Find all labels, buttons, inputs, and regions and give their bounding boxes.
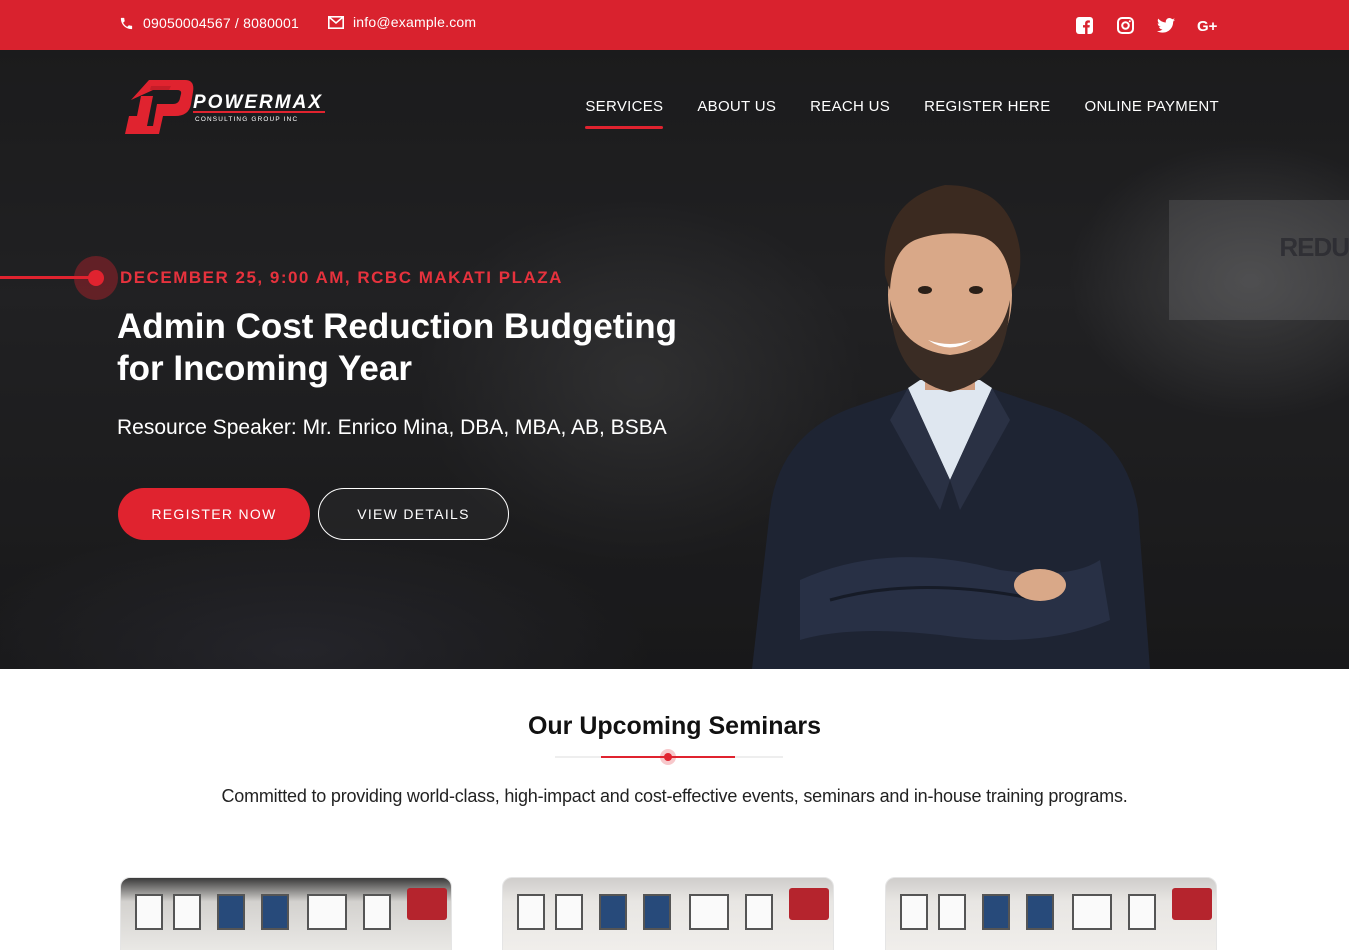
brand-tagline: CONSULTING GROUP INC	[195, 116, 298, 123]
card-emblem	[407, 888, 447, 920]
seminar-card[interactable]	[502, 877, 834, 950]
card-emblem	[789, 888, 829, 920]
section-subtitle: Committed to providing world-class, high…	[221, 786, 1128, 806]
section-title: Our Upcoming Seminars	[527, 712, 822, 740]
facebook-icon[interactable]	[1074, 15, 1094, 35]
powermax-logo[interactable]: POWERMAX CONSULTING GROUP INC	[123, 78, 328, 138]
seminar-card[interactable]	[120, 877, 452, 950]
nav-item-register-here[interactable]: REGISTER HERE	[924, 98, 1050, 129]
phone-number: 09050004567 / 8080001	[143, 15, 300, 31]
main-nav: SERVICES ABOUT US REACH US REGISTER HERE…	[585, 98, 1219, 129]
card-image-frame	[1072, 894, 1112, 930]
brand-name: POWERMAX	[193, 92, 323, 113]
envelope-icon	[328, 14, 344, 30]
phone-icon	[118, 15, 134, 31]
card-image-frame	[261, 894, 289, 930]
card-image-frame	[900, 894, 928, 930]
social-links: G+	[1074, 15, 1219, 35]
nav-item-reach-us[interactable]: REACH US	[810, 98, 890, 129]
event-date: DECEMBER 25, 9:00 AM, RCBC MAKATI PLAZA	[120, 268, 563, 287]
speaker-photo	[740, 180, 1160, 669]
email-contact[interactable]: info@example.com	[328, 14, 476, 30]
date-pointer-dot	[74, 256, 118, 300]
twitter-icon[interactable]	[1156, 15, 1176, 35]
card-image-frame	[643, 894, 671, 930]
card-image-frame	[689, 894, 729, 930]
register-now-button[interactable]: REGISTER NOW	[118, 488, 310, 540]
view-details-button[interactable]: VIEW DETAILS	[318, 488, 509, 540]
card-image-frame	[938, 894, 966, 930]
instagram-icon[interactable]	[1115, 15, 1135, 35]
card-image-frame	[555, 894, 583, 930]
card-image-frame	[1128, 894, 1156, 930]
svg-text:G+: G+	[1197, 18, 1218, 33]
card-emblem	[1172, 888, 1212, 920]
card-image-frame	[363, 894, 391, 930]
event-speaker: Resource Speaker: Mr. Enrico Mina, DBA, …	[117, 416, 667, 439]
card-image-frame	[135, 894, 163, 930]
top-bar: 09050004567 / 8080001 info@example.com G…	[0, 0, 1349, 50]
nav-item-services[interactable]: SERVICES	[585, 98, 664, 129]
nav-item-about-us[interactable]: ABOUT US	[697, 98, 776, 129]
card-image-frame	[217, 894, 245, 930]
card-image-frame	[307, 894, 347, 930]
seminar-card[interactable]	[885, 877, 1217, 950]
section-divider	[555, 749, 783, 765]
phone-contact[interactable]: 09050004567 / 8080001	[118, 15, 299, 31]
card-image-frame	[1026, 894, 1054, 930]
card-image-frame	[982, 894, 1010, 930]
event-title: Admin Cost Reduction Budgeting for Incom…	[117, 307, 677, 388]
card-image-frame	[599, 894, 627, 930]
divider-dot	[660, 749, 676, 765]
nav-item-online-payment[interactable]: ONLINE PAYMENT	[1085, 98, 1220, 129]
email-address: info@example.com	[353, 14, 477, 30]
card-image-frame	[173, 894, 201, 930]
card-image-frame	[745, 894, 773, 930]
google-plus-icon[interactable]: G+	[1197, 15, 1219, 35]
card-image-frame	[517, 894, 545, 930]
